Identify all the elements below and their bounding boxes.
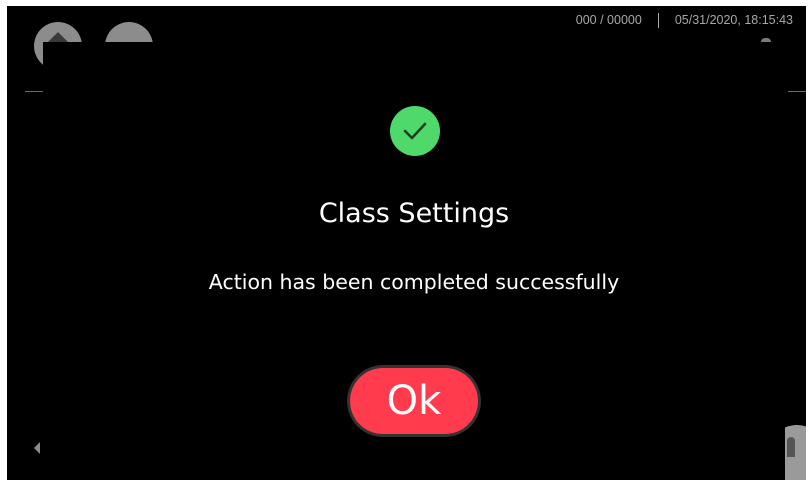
record-counter: 000 / 00000	[575, 13, 642, 27]
checkmark-icon	[403, 122, 427, 140]
check-circle-icon	[390, 106, 440, 156]
ok-button[interactable]: Ok	[350, 368, 478, 434]
dialog-message: Action has been completed successfully	[208, 270, 620, 294]
success-dialog: Class Settings Action has been completed…	[43, 42, 785, 480]
home-icon	[48, 32, 68, 42]
app-screen: 000 / 00000 05/31/2020, 18:15:43 Class S…	[7, 6, 806, 480]
previous-arrow-icon[interactable]	[34, 442, 40, 454]
next-icon	[787, 437, 795, 457]
status-divider	[657, 12, 659, 28]
header-divider-right	[788, 91, 806, 92]
status-bar: 000 / 00000 05/31/2020, 18:15:43	[576, 11, 793, 29]
datetime-display: 05/31/2020, 18:15:43	[674, 13, 793, 27]
dialog-title: Class Settings	[318, 198, 510, 229]
